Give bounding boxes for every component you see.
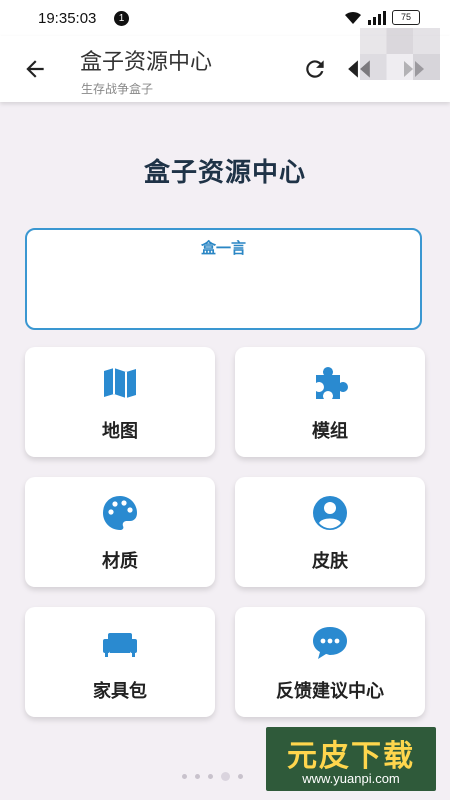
app-title: 盒子资源中心	[80, 50, 213, 75]
card-label: 皮肤	[312, 551, 348, 572]
card-skins[interactable]: 皮肤	[235, 477, 425, 587]
map-icon	[104, 368, 136, 398]
back-arrow-icon[interactable]	[22, 56, 48, 82]
page-dot	[238, 774, 243, 779]
quote-box[interactable]: 盒一言	[25, 228, 422, 330]
card-label: 家具包	[93, 681, 147, 702]
card-mods[interactable]: 模组	[235, 347, 425, 457]
notification-badge: 1	[114, 11, 129, 26]
card-label: 材质	[102, 551, 138, 572]
app-subtitle: 生存战争盒子	[81, 82, 154, 96]
card-label: 地图	[102, 421, 138, 442]
page-dot-active	[221, 772, 230, 781]
card-label: 反馈建议中心	[276, 681, 384, 702]
status-icons: 75	[344, 10, 420, 25]
refresh-icon[interactable]	[302, 56, 328, 82]
account-icon	[313, 496, 347, 530]
page-dot	[208, 774, 213, 779]
watermark-text: 元皮下载	[287, 739, 415, 774]
sofa-icon	[103, 633, 137, 657]
chat-icon	[313, 627, 347, 659]
page-title: 盒子资源中心	[143, 158, 306, 188]
page-dot	[195, 774, 200, 779]
card-feedback[interactable]: 反馈建议中心	[235, 607, 425, 717]
wifi-icon	[345, 11, 361, 24]
signal-icon	[368, 10, 386, 25]
page-indicator	[182, 772, 243, 781]
puzzle-icon	[316, 367, 348, 399]
watermark-logo: 元皮下载 www.yuanpi.com	[266, 727, 436, 791]
card-map[interactable]: 地图	[25, 347, 215, 457]
card-textures[interactable]: 材质	[25, 477, 215, 587]
card-furniture[interactable]: 家具包	[25, 607, 215, 717]
watermark-url: www.yuanpi.com	[302, 771, 400, 786]
palette-icon	[103, 496, 137, 530]
battery-icon: 75	[392, 10, 420, 25]
page-dot	[182, 774, 187, 779]
quote-title: 盒一言	[200, 239, 246, 257]
status-time: 19:35:03	[38, 10, 97, 27]
card-label: 模组	[312, 421, 348, 442]
blurred-overlay	[360, 28, 440, 80]
